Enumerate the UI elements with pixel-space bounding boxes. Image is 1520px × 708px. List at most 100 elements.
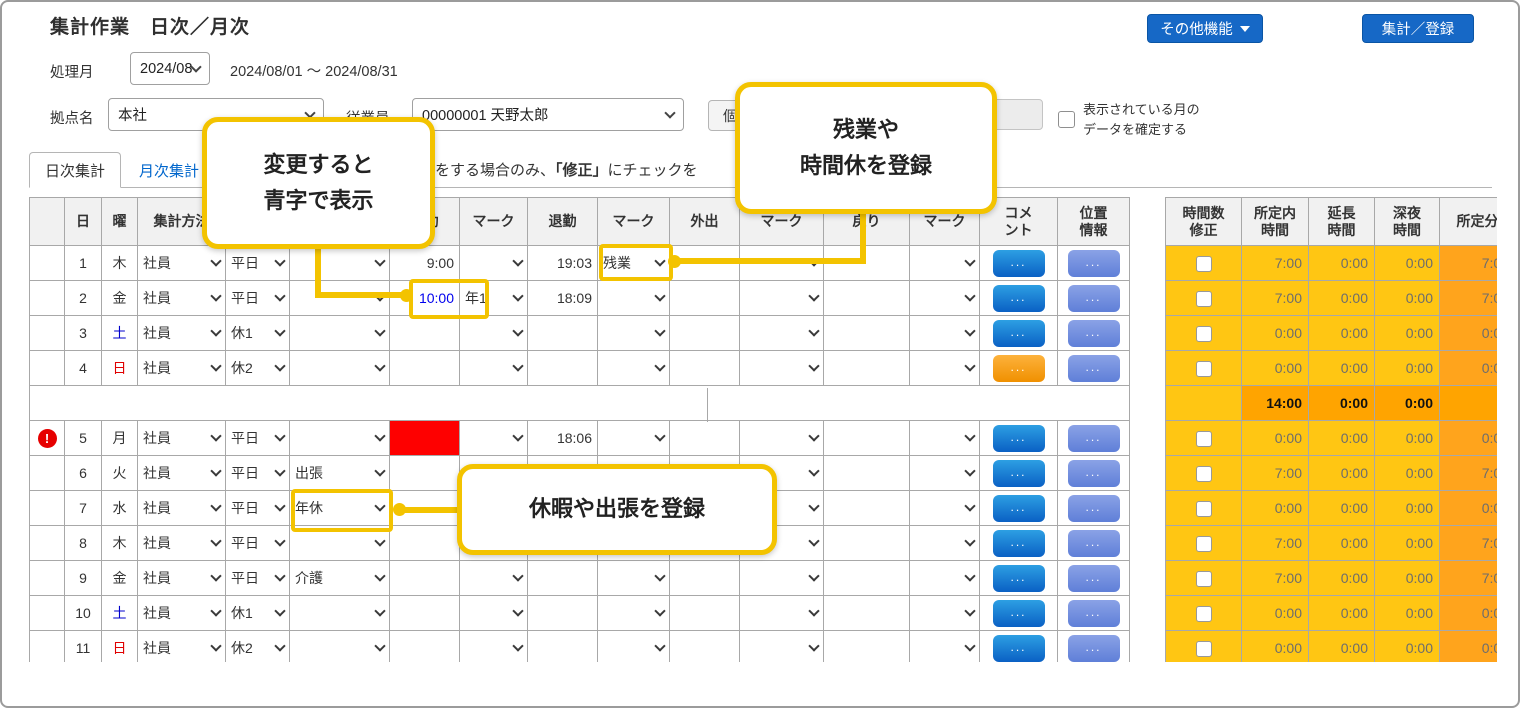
method-select[interactable]: 社員 <box>138 281 226 316</box>
return-mark-select[interactable] <box>910 421 980 456</box>
return-cell[interactable] <box>824 351 910 386</box>
report-select[interactable] <box>290 316 390 351</box>
location-info-button[interactable]: ... <box>1068 355 1120 382</box>
location-info-button[interactable]: ... <box>1068 635 1120 662</box>
clock-in-cell[interactable] <box>390 526 460 561</box>
in-mark-select[interactable] <box>460 561 528 596</box>
calendar-select[interactable]: 平日 <box>226 561 290 596</box>
calendar-select[interactable]: 休1 <box>226 596 290 631</box>
return-mark-select[interactable] <box>910 246 980 281</box>
clock-in-cell[interactable] <box>390 351 460 386</box>
return-mark-select[interactable] <box>910 561 980 596</box>
go-out-mark-select[interactable] <box>740 631 824 663</box>
return-mark-select[interactable] <box>910 456 980 491</box>
comment-button[interactable]: ... <box>993 355 1045 382</box>
return-cell[interactable] <box>824 281 910 316</box>
calendar-select[interactable]: 休2 <box>226 351 290 386</box>
return-cell[interactable] <box>824 596 910 631</box>
clock-in-cell[interactable] <box>390 316 460 351</box>
hours-edit-checkbox[interactable] <box>1196 291 1212 307</box>
method-select[interactable]: 社員 <box>138 596 226 631</box>
calendar-select[interactable]: 平日 <box>226 526 290 561</box>
clock-in-cell[interactable]: 9:00 <box>390 246 460 281</box>
return-mark-select[interactable] <box>910 281 980 316</box>
location-info-button[interactable]: ... <box>1068 320 1120 347</box>
out-mark-select[interactable] <box>598 421 670 456</box>
out-mark-select[interactable] <box>598 631 670 663</box>
location-info-button[interactable]: ... <box>1068 250 1120 277</box>
return-mark-select[interactable] <box>910 316 980 351</box>
go-out-mark-select[interactable] <box>740 316 824 351</box>
comment-button[interactable]: ... <box>993 460 1045 487</box>
comment-button[interactable]: ... <box>993 495 1045 522</box>
clock-out-cell[interactable] <box>528 596 598 631</box>
go-out-cell[interactable] <box>670 561 740 596</box>
clock-in-cell[interactable] <box>390 456 460 491</box>
in-mark-select[interactable] <box>460 631 528 663</box>
report-select[interactable]: 出張 <box>290 456 390 491</box>
clock-out-cell[interactable]: 19:03 <box>528 246 598 281</box>
method-select[interactable]: 社員 <box>138 351 226 386</box>
comment-button[interactable]: ... <box>993 565 1045 592</box>
hours-edit-checkbox[interactable] <box>1196 431 1212 447</box>
return-mark-select[interactable] <box>910 526 980 561</box>
calendar-select[interactable]: 平日 <box>226 456 290 491</box>
go-out-cell[interactable] <box>670 631 740 663</box>
comment-button[interactable]: ... <box>993 635 1045 662</box>
hours-edit-checkbox[interactable] <box>1196 571 1212 587</box>
location-info-button[interactable]: ... <box>1068 495 1120 522</box>
location-info-button[interactable]: ... <box>1068 285 1120 312</box>
go-out-mark-select[interactable] <box>740 561 824 596</box>
comment-button[interactable]: ... <box>993 425 1045 452</box>
hours-edit-checkbox[interactable] <box>1196 606 1212 622</box>
method-select[interactable]: 社員 <box>138 456 226 491</box>
in-mark-select[interactable] <box>460 421 528 456</box>
out-mark-select[interactable] <box>598 596 670 631</box>
go-out-cell[interactable] <box>670 596 740 631</box>
report-select[interactable] <box>290 281 390 316</box>
return-mark-select[interactable] <box>910 631 980 663</box>
method-select[interactable]: 社員 <box>138 246 226 281</box>
comment-button[interactable]: ... <box>993 600 1045 627</box>
method-select[interactable]: 社員 <box>138 316 226 351</box>
report-select[interactable] <box>290 631 390 663</box>
comment-button[interactable]: ... <box>993 250 1045 277</box>
report-select[interactable] <box>290 351 390 386</box>
hours-edit-checkbox[interactable] <box>1196 466 1212 482</box>
return-cell[interactable] <box>824 561 910 596</box>
return-cell[interactable] <box>824 526 910 561</box>
processing-month-select[interactable]: 2024/08 <box>130 52 210 85</box>
return-cell[interactable] <box>824 456 910 491</box>
return-mark-select[interactable] <box>910 351 980 386</box>
location-info-button[interactable]: ... <box>1068 460 1120 487</box>
calendar-select[interactable]: 休2 <box>226 631 290 663</box>
go-out-cell[interactable] <box>670 316 740 351</box>
location-info-button[interactable]: ... <box>1068 425 1120 452</box>
comment-button[interactable]: ... <box>993 285 1045 312</box>
clock-in-cell[interactable] <box>390 421 460 456</box>
clock-out-cell[interactable] <box>528 561 598 596</box>
method-select[interactable]: 社員 <box>138 491 226 526</box>
tab-daily[interactable]: 日次集計 <box>29 152 121 188</box>
method-select[interactable]: 社員 <box>138 526 226 561</box>
report-select[interactable] <box>290 246 390 281</box>
hours-edit-checkbox[interactable] <box>1196 641 1212 657</box>
method-select[interactable]: 社員 <box>138 631 226 663</box>
in-mark-select[interactable] <box>460 596 528 631</box>
confirm-month-checkbox[interactable] <box>1058 111 1075 128</box>
report-select[interactable]: 介護 <box>290 561 390 596</box>
clock-out-cell[interactable]: 18:09 <box>528 281 598 316</box>
clock-in-cell[interactable] <box>390 561 460 596</box>
clock-out-cell[interactable] <box>528 316 598 351</box>
return-mark-select[interactable] <box>910 596 980 631</box>
in-mark-select[interactable] <box>460 351 528 386</box>
hours-edit-checkbox[interactable] <box>1196 326 1212 342</box>
return-cell[interactable] <box>824 491 910 526</box>
clock-in-cell[interactable] <box>390 596 460 631</box>
hours-edit-checkbox[interactable] <box>1196 501 1212 517</box>
calendar-select[interactable]: 休1 <box>226 316 290 351</box>
go-out-cell[interactable] <box>670 351 740 386</box>
go-out-mark-select[interactable] <box>740 351 824 386</box>
method-select[interactable]: 社員 <box>138 421 226 456</box>
out-mark-select[interactable] <box>598 316 670 351</box>
